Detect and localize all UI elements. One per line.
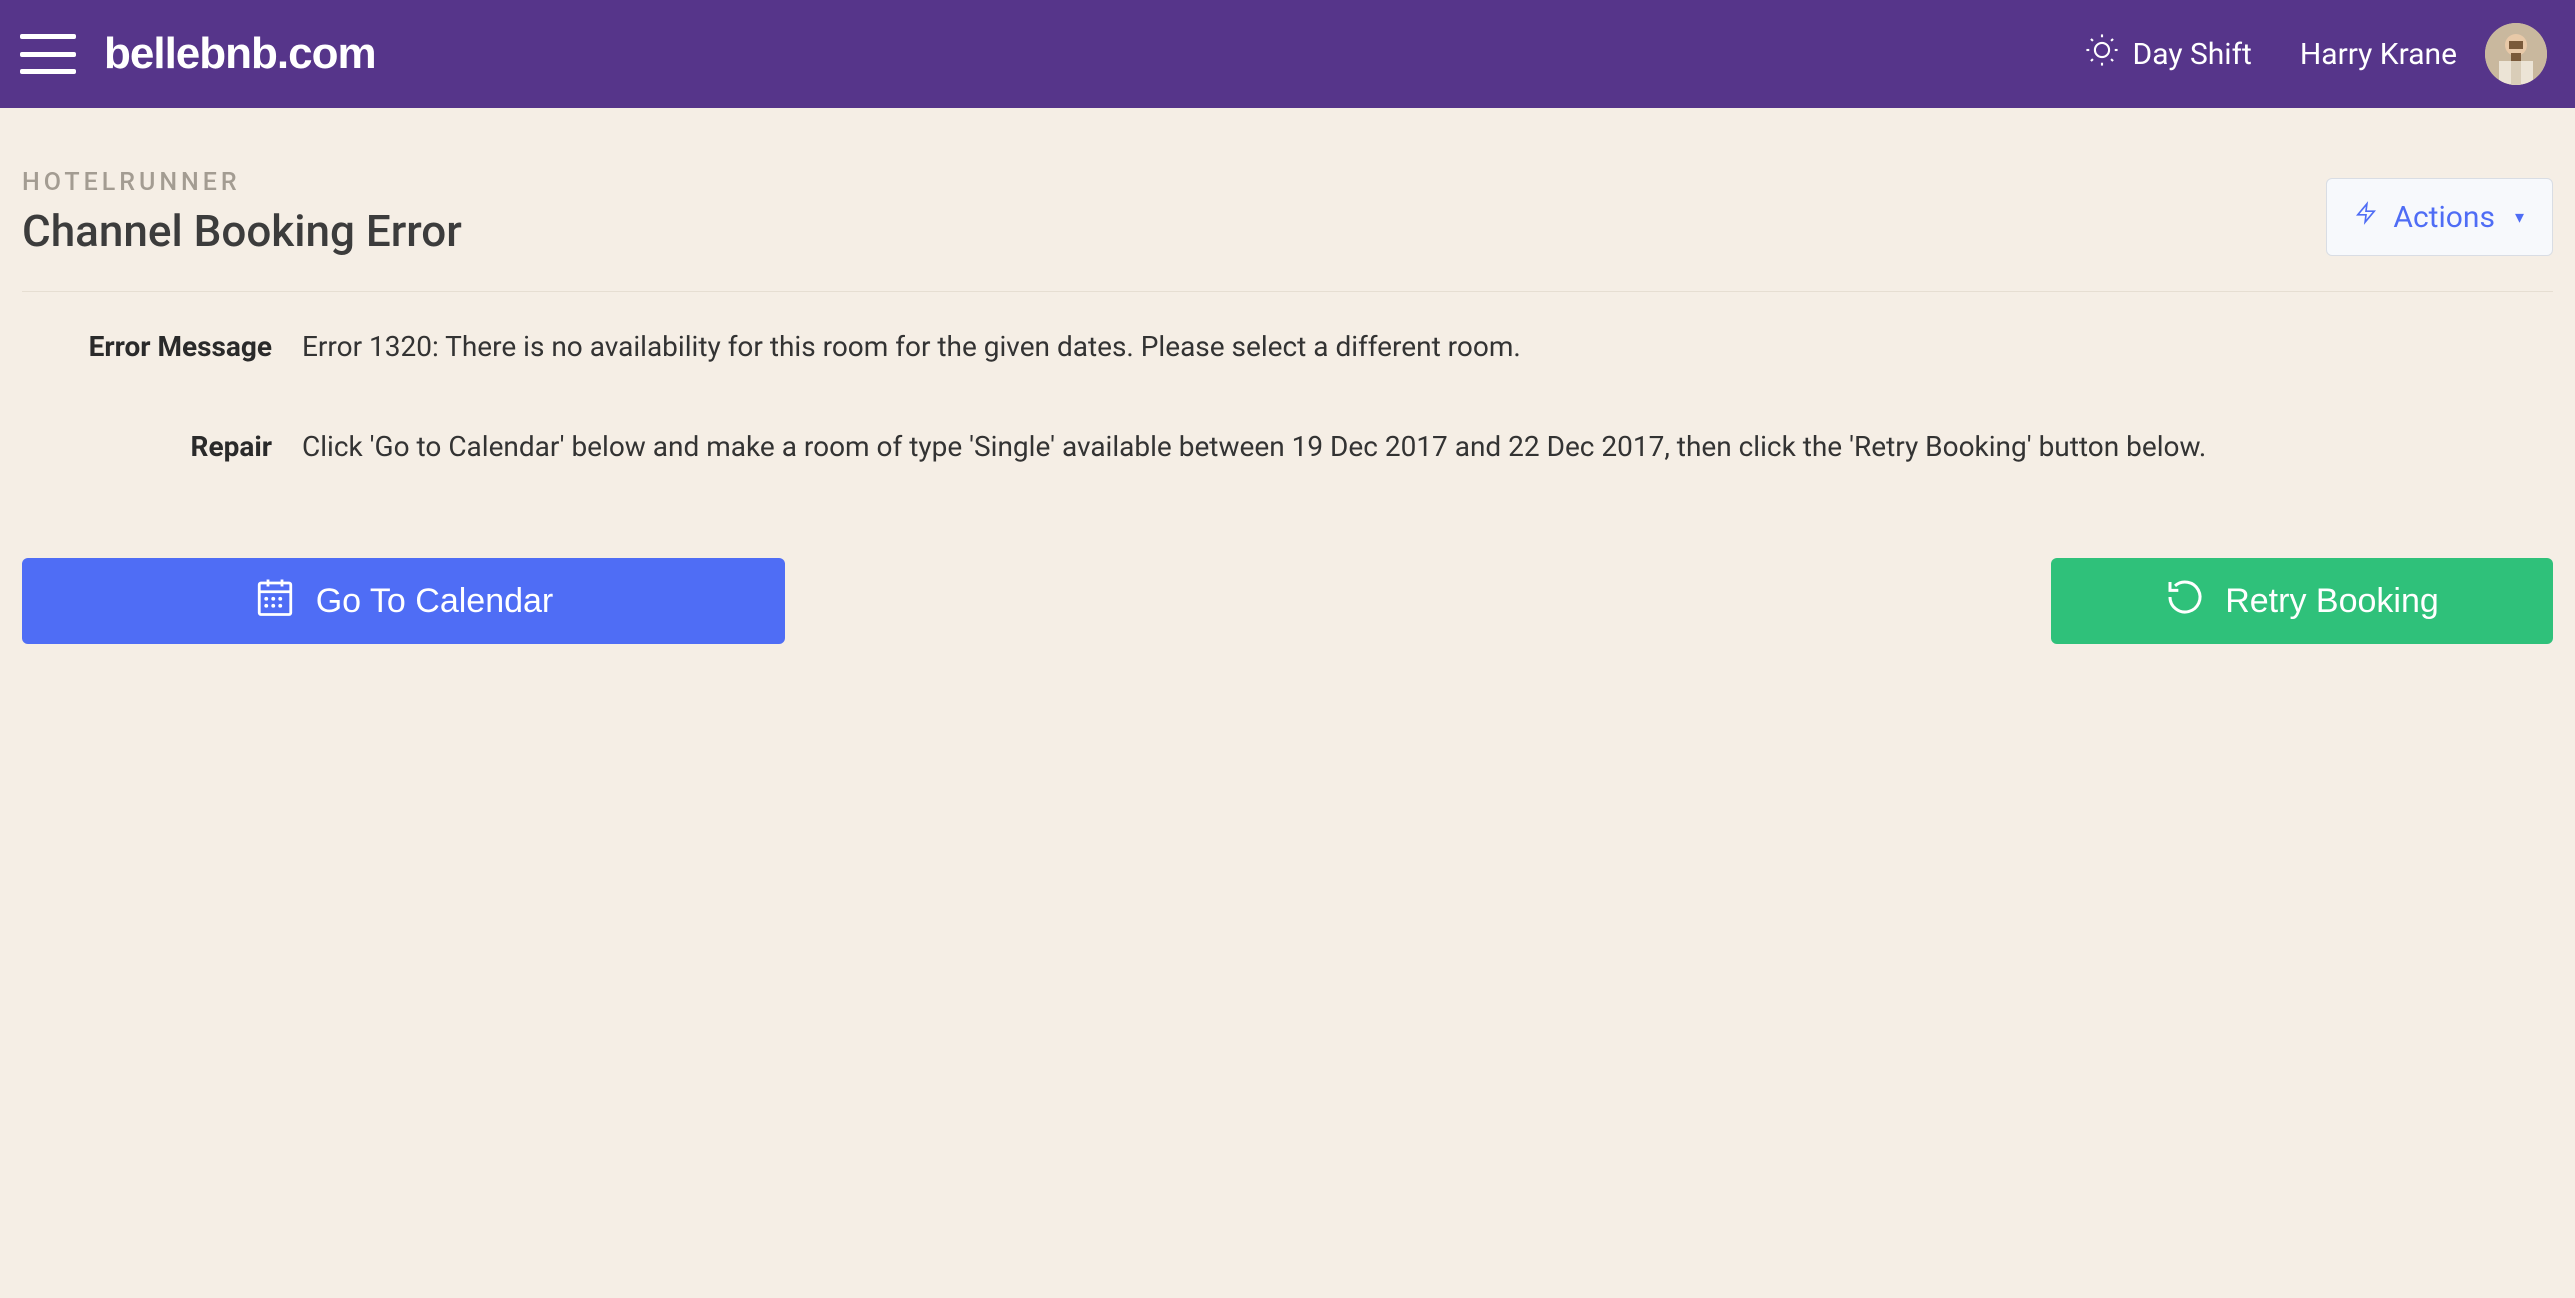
shift-toggle[interactable]: Day Shift bbox=[2085, 33, 2252, 75]
menu-icon[interactable] bbox=[20, 34, 76, 74]
chevron-down-icon: ▾ bbox=[2515, 207, 2524, 228]
lightning-icon bbox=[2355, 197, 2377, 237]
calendar-icon bbox=[254, 576, 296, 627]
repair-label: Repair bbox=[22, 426, 302, 468]
breadcrumb: HOTELRUNNER bbox=[22, 168, 462, 197]
user-name: Harry Krane bbox=[2300, 37, 2457, 72]
repair-text: Click 'Go to Calendar' below and make a … bbox=[302, 426, 2553, 468]
go-to-calendar-label: Go To Calendar bbox=[316, 582, 554, 621]
sun-icon bbox=[2085, 33, 2119, 75]
user-menu[interactable]: Harry Krane bbox=[2300, 23, 2547, 85]
top-bar: bellebnb.com Day Shift Harry Krane bbox=[0, 0, 2575, 108]
button-row: Go To Calendar Retry Booking bbox=[22, 558, 2553, 644]
retry-icon bbox=[2165, 577, 2205, 626]
go-to-calendar-button[interactable]: Go To Calendar bbox=[22, 558, 785, 644]
page-header: HOTELRUNNER Channel Booking Error Action… bbox=[22, 168, 2553, 292]
error-row: Error Message Error 1320: There is no av… bbox=[22, 326, 2553, 368]
error-label: Error Message bbox=[22, 326, 302, 368]
error-text: Error 1320: There is no availability for… bbox=[302, 326, 2553, 368]
actions-button[interactable]: Actions ▾ bbox=[2326, 178, 2553, 256]
main-content: HOTELRUNNER Channel Booking Error Action… bbox=[0, 108, 2575, 684]
retry-booking-label: Retry Booking bbox=[2225, 582, 2439, 621]
repair-row: Repair Click 'Go to Calendar' below and … bbox=[22, 426, 2553, 468]
avatar bbox=[2485, 23, 2547, 85]
page-title: Channel Booking Error bbox=[22, 205, 462, 257]
actions-label: Actions bbox=[2393, 200, 2495, 235]
shift-label: Day Shift bbox=[2133, 37, 2252, 72]
retry-booking-button[interactable]: Retry Booking bbox=[2051, 558, 2553, 644]
details-section: Error Message Error 1320: There is no av… bbox=[22, 326, 2553, 468]
brand-logo[interactable]: bellebnb.com bbox=[104, 29, 376, 79]
